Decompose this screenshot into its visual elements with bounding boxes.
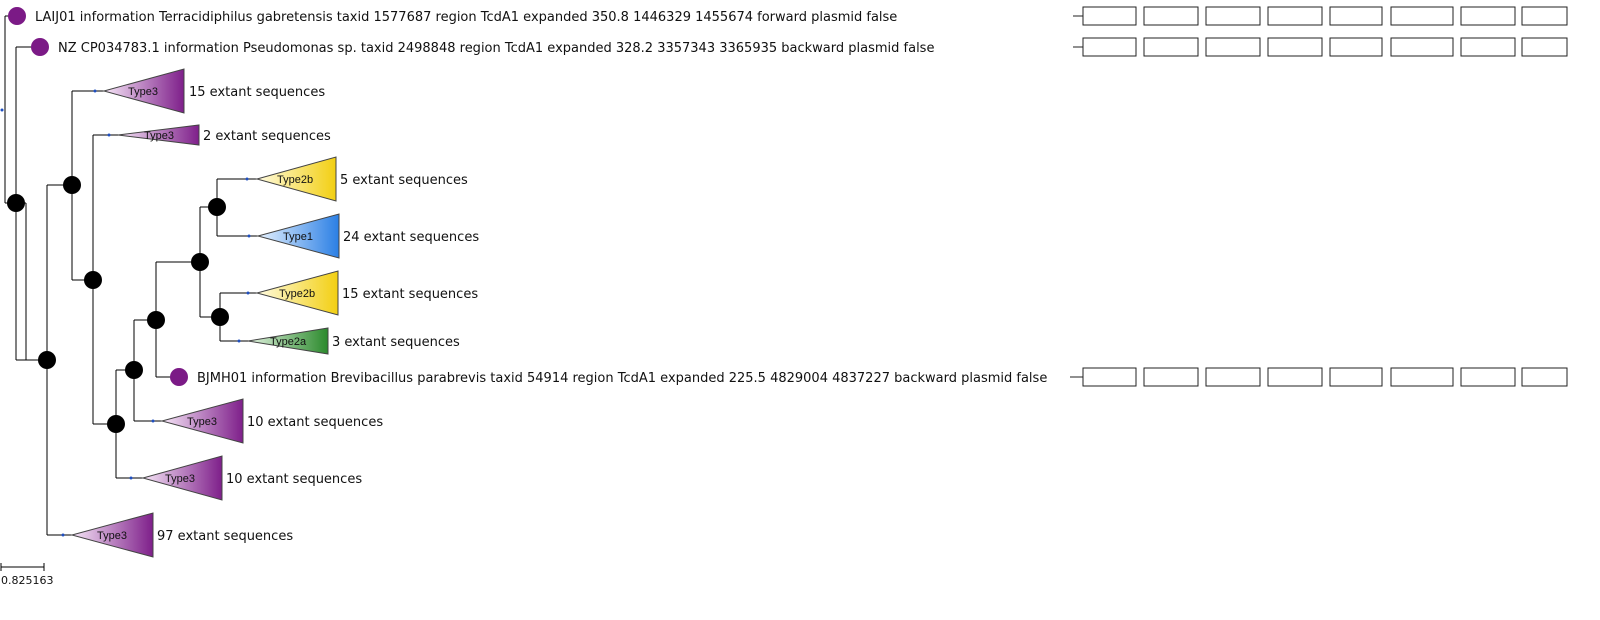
leaf-label: BJMH01 information Brevibacillus parabre… [197, 371, 1047, 386]
domain-track-nz-cp034783 [1073, 37, 1568, 57]
domain-box [1267, 6, 1323, 26]
leaf-marker [170, 368, 188, 386]
clade-type3-97[interactable]: Type3 97 extant sequences [70, 512, 293, 558]
domain-track-bjmh01 [1070, 367, 1568, 387]
clade-count: 3 extant sequences [332, 335, 460, 350]
clade-type3-2[interactable]: Type3 2 extant sequences [117, 124, 331, 146]
phylogenetic-tree: LAIJ01 information Terracidiphilus gabre… [0, 6, 1568, 587]
clade-type3-10a[interactable]: Type3 10 extant sequences [160, 398, 383, 444]
clade-type3-10b[interactable]: Type3 10 extant sequences [141, 455, 362, 501]
domain-box [1329, 6, 1383, 26]
domain-box [1329, 367, 1383, 387]
clade-count: 10 extant sequences [247, 415, 383, 430]
clade-name: Type2b [277, 174, 313, 186]
clade-name: Type3 [128, 86, 158, 98]
domain-box [1143, 367, 1199, 387]
node-dot [129, 476, 133, 480]
internal-node [38, 351, 56, 369]
domain-box [1390, 6, 1454, 26]
domain-box [1205, 6, 1261, 26]
clade-name: Type2a [270, 336, 307, 348]
internal-node [84, 271, 102, 289]
leaf-label: LAIJ01 information Terracidiphilus gabre… [35, 10, 897, 25]
clade-name: Type3 [144, 130, 174, 142]
domain-box [1205, 37, 1261, 57]
internal-node [208, 198, 226, 216]
node-dot [93, 89, 97, 93]
leaf-marker [31, 38, 49, 56]
domain-box [1390, 37, 1454, 57]
leaf-nz-cp034783[interactable]: NZ CP034783.1 information Pseudomonas sp… [31, 38, 934, 56]
scale-bar-line [0, 563, 45, 571]
internal-node [147, 311, 165, 329]
branch [4, 15, 16, 204]
node-dot [61, 533, 65, 537]
clade-count: 2 extant sequences [203, 129, 331, 144]
branch [15, 46, 40, 203]
domain-box [1460, 37, 1516, 57]
scale-bar-label: 0.825163 [1, 574, 54, 587]
internal-node [191, 253, 209, 271]
clade-count: 5 extant sequences [340, 173, 468, 188]
domain-box [1143, 37, 1199, 57]
leaf-laij01[interactable]: LAIJ01 information Terracidiphilus gabre… [8, 7, 897, 25]
clade-type3-15[interactable]: Type3 15 extant sequences [102, 68, 325, 114]
domain-box [1521, 367, 1568, 387]
clade-name: Type2b [279, 288, 315, 300]
domain-box [1521, 6, 1568, 26]
internal-node [7, 194, 25, 212]
clade-count: 15 extant sequences [342, 287, 478, 302]
clade-name: Type1 [283, 231, 313, 243]
domain-box [1082, 367, 1137, 387]
domain-box [1460, 6, 1516, 26]
clade-name: Type3 [165, 473, 195, 485]
node-dot [0, 108, 4, 112]
node-dot [107, 133, 111, 137]
leaf-label: NZ CP034783.1 information Pseudomonas sp… [58, 41, 934, 56]
domain-box [1460, 367, 1516, 387]
clade-name: Type3 [97, 530, 127, 542]
clade-type1-24[interactable]: Type1 24 extant sequences [256, 213, 479, 259]
internal-node [63, 176, 81, 194]
branch [16, 202, 27, 360]
domain-box [1521, 37, 1568, 57]
clade-count: 24 extant sequences [343, 230, 479, 245]
clade-count: 15 extant sequences [189, 85, 325, 100]
domain-box [1082, 6, 1137, 26]
domain-track-laij01 [1073, 6, 1568, 26]
leaf-bjmh01[interactable]: BJMH01 information Brevibacillus parabre… [170, 368, 1047, 386]
node-dot [245, 177, 249, 181]
scale-bar: 0.825163 [0, 563, 54, 587]
branch [15, 203, 47, 361]
domain-box [1143, 6, 1199, 26]
clade-type2b-15[interactable]: Type2b 15 extant sequences [255, 270, 478, 316]
leaf-marker [8, 7, 26, 25]
internal-node [107, 415, 125, 433]
domain-box [1205, 367, 1261, 387]
node-dot [246, 291, 250, 295]
domain-box [1390, 367, 1454, 387]
domain-box [1267, 367, 1323, 387]
clade-count: 97 extant sequences [157, 529, 293, 544]
clade-count: 10 extant sequences [226, 472, 362, 487]
node-dot [247, 234, 251, 238]
domain-box [1082, 37, 1137, 57]
clade-name: Type3 [187, 416, 217, 428]
clade-type2a-3[interactable]: Type2a 3 extant sequences [247, 327, 460, 355]
domain-box [1267, 37, 1323, 57]
internal-node [211, 308, 229, 326]
domain-box [1329, 37, 1383, 57]
node-dot [237, 339, 241, 343]
clade-type2b-5[interactable]: Type2b 5 extant sequences [255, 156, 468, 202]
internal-node [125, 361, 143, 379]
node-dot [151, 419, 155, 423]
